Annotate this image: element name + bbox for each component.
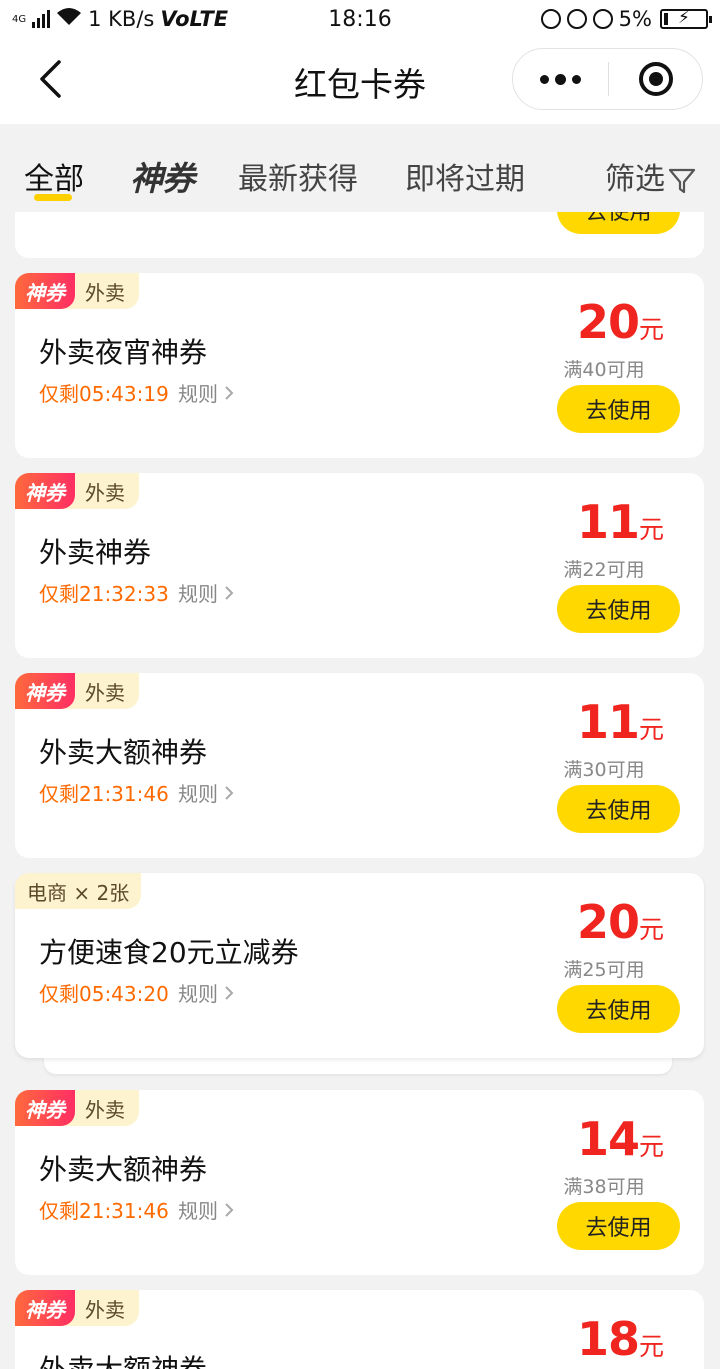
shen-coupon-badge: 神券	[15, 273, 75, 309]
discount-amount: 20元	[577, 895, 664, 949]
wifi-icon	[56, 7, 82, 32]
expiry-countdown: 仅剩21:31:46	[39, 782, 169, 806]
back-button[interactable]	[30, 56, 70, 102]
coupon-card: 神券 外卖 外卖大额神券 仅剩21:31:46 规则 11元 满30可用 去使用	[15, 673, 704, 858]
amount-unit: 元	[638, 315, 664, 344]
amount-value: 11	[576, 495, 640, 549]
coupon-name: 外卖大额神券	[39, 1153, 208, 1186]
rules-label: 规则	[178, 1199, 218, 1223]
coupon-card: 神券 外卖 外卖夜宵神券 仅剩05:43:19 规则 20元 满40可用 去使用	[15, 273, 704, 458]
rules-label: 规则	[178, 982, 218, 1006]
coupon-name: 外卖神券	[39, 536, 152, 569]
close-miniapp-button[interactable]	[609, 49, 702, 109]
status-bar: 4G 1 KB/s VoLTE 18:16 5% ⚡	[0, 0, 720, 38]
usage-condition: 满25可用	[563, 959, 645, 981]
use-button[interactable]: 去使用	[557, 985, 680, 1033]
coupon-name: 外卖夜宵神券	[39, 336, 208, 369]
rules-link[interactable]: 规则	[178, 1195, 234, 1224]
rules-link[interactable]: 规则	[178, 778, 234, 807]
shen-coupon-badge: 神券	[15, 473, 75, 509]
nav-header: 红包卡券	[0, 38, 720, 124]
tab-filter-label[interactable]: 筛选	[605, 154, 697, 198]
alarm-icon	[592, 9, 613, 29]
discount-amount: 18元	[577, 1312, 664, 1366]
coupon-card-partial-bottom: 神券 外卖 外卖大额神券 18元	[15, 1290, 704, 1369]
rules-label: 规则	[178, 382, 218, 406]
coupon-card: 神券 外卖 外卖神券 仅剩21:32:33 规则 11元 满22可用 去使用	[15, 473, 704, 658]
battery-percent: 5%	[618, 7, 652, 31]
usage-condition: 满38可用	[563, 1176, 645, 1198]
tab-latest-label[interactable]: 最新获得	[238, 154, 358, 198]
chevron-left-icon	[40, 60, 61, 98]
discount-amount: 14元	[577, 1112, 664, 1166]
usage-condition: 满40可用	[563, 359, 645, 381]
target-close-icon	[638, 62, 673, 96]
expiry-countdown: 仅剩21:32:33	[39, 582, 169, 606]
miniapp-capsule	[512, 48, 703, 110]
chevron-right-icon	[225, 1202, 234, 1217]
funnel-icon	[668, 168, 696, 193]
coupon-card-stacked: 电商 × 2张 方便速食20元立减券 仅剩05:43:20 规则 20元 满25…	[15, 873, 704, 1058]
amount-unit: 元	[638, 1332, 664, 1361]
lock-rotation-icon	[566, 9, 587, 29]
chevron-right-icon	[225, 585, 234, 600]
rules-label: 规则	[178, 782, 218, 806]
net-speed: 1 KB/s	[88, 7, 155, 31]
coupon-card: 神券 外卖 外卖大额神券 仅剩21:31:46 规则 14元 满38可用 去使用	[15, 1090, 704, 1275]
rules-link[interactable]: 规则	[178, 978, 234, 1007]
discount-amount: 11元	[577, 695, 664, 749]
coupon-name: 外卖大额神券	[39, 1348, 207, 1369]
use-button[interactable]: 去使用	[557, 1202, 680, 1250]
amount-value: 20	[576, 295, 640, 349]
amount-value: 14	[576, 1112, 640, 1166]
mode-icon	[540, 9, 561, 29]
tab-expiring-label[interactable]: 即将过期	[405, 154, 525, 198]
amount-unit: 元	[638, 1132, 664, 1161]
tab-underline	[34, 194, 72, 201]
use-button[interactable]: 去使用	[557, 585, 680, 633]
rules-label: 规则	[178, 582, 218, 606]
amount-unit: 元	[638, 915, 664, 944]
battery-icon: ⚡	[660, 8, 712, 29]
chevron-right-icon	[225, 785, 234, 800]
more-dots-icon	[540, 74, 549, 84]
filter-text: 筛选	[605, 162, 665, 197]
amount-value: 11	[576, 695, 640, 749]
signal-icon	[32, 10, 51, 28]
use-button[interactable]: 去使用	[557, 385, 680, 433]
amount-value: 20	[576, 895, 640, 949]
usage-condition: 满30可用	[563, 759, 645, 781]
rules-link[interactable]: 规则	[178, 578, 234, 607]
discount-amount: 11元	[577, 495, 664, 549]
use-button[interactable]: 去使用	[557, 212, 680, 234]
chevron-right-icon	[225, 985, 234, 1000]
discount-amount: 20元	[577, 295, 664, 349]
shen-coupon-badge: 神券	[15, 1290, 75, 1326]
shen-coupon-badge: 神券	[15, 673, 75, 709]
coupon-card-partial-body: 去使用	[15, 212, 704, 258]
network-type: 4G	[12, 13, 27, 25]
shen-coupon-badge: 神券	[15, 1090, 75, 1126]
filter-tabs-overlay: 全部 神券 最新获得 即将过期 筛选	[0, 124, 720, 212]
more-button[interactable]	[513, 49, 608, 109]
amount-unit: 元	[638, 515, 664, 544]
tab-all-label[interactable]: 全部	[24, 154, 84, 198]
coupon-name: 外卖大额神券	[39, 736, 208, 769]
usage-condition: 满22可用	[563, 559, 645, 581]
volte-indicator: VoLTE	[160, 7, 229, 31]
chevron-right-icon	[225, 385, 234, 400]
rules-link[interactable]: 规则	[178, 378, 234, 407]
coupon-name: 方便速食20元立减券	[39, 936, 299, 969]
use-button[interactable]: 去使用	[557, 785, 680, 833]
tab-shen-label[interactable]: 神券	[130, 152, 195, 200]
amount-value: 18	[576, 1312, 640, 1366]
amount-unit: 元	[638, 715, 664, 744]
category-count-badge: 电商 × 2张	[15, 873, 142, 909]
expiry-countdown: 仅剩05:43:20	[39, 982, 169, 1006]
expiry-countdown: 仅剩05:43:19	[39, 382, 169, 406]
expiry-countdown: 仅剩21:31:46	[39, 1199, 169, 1223]
